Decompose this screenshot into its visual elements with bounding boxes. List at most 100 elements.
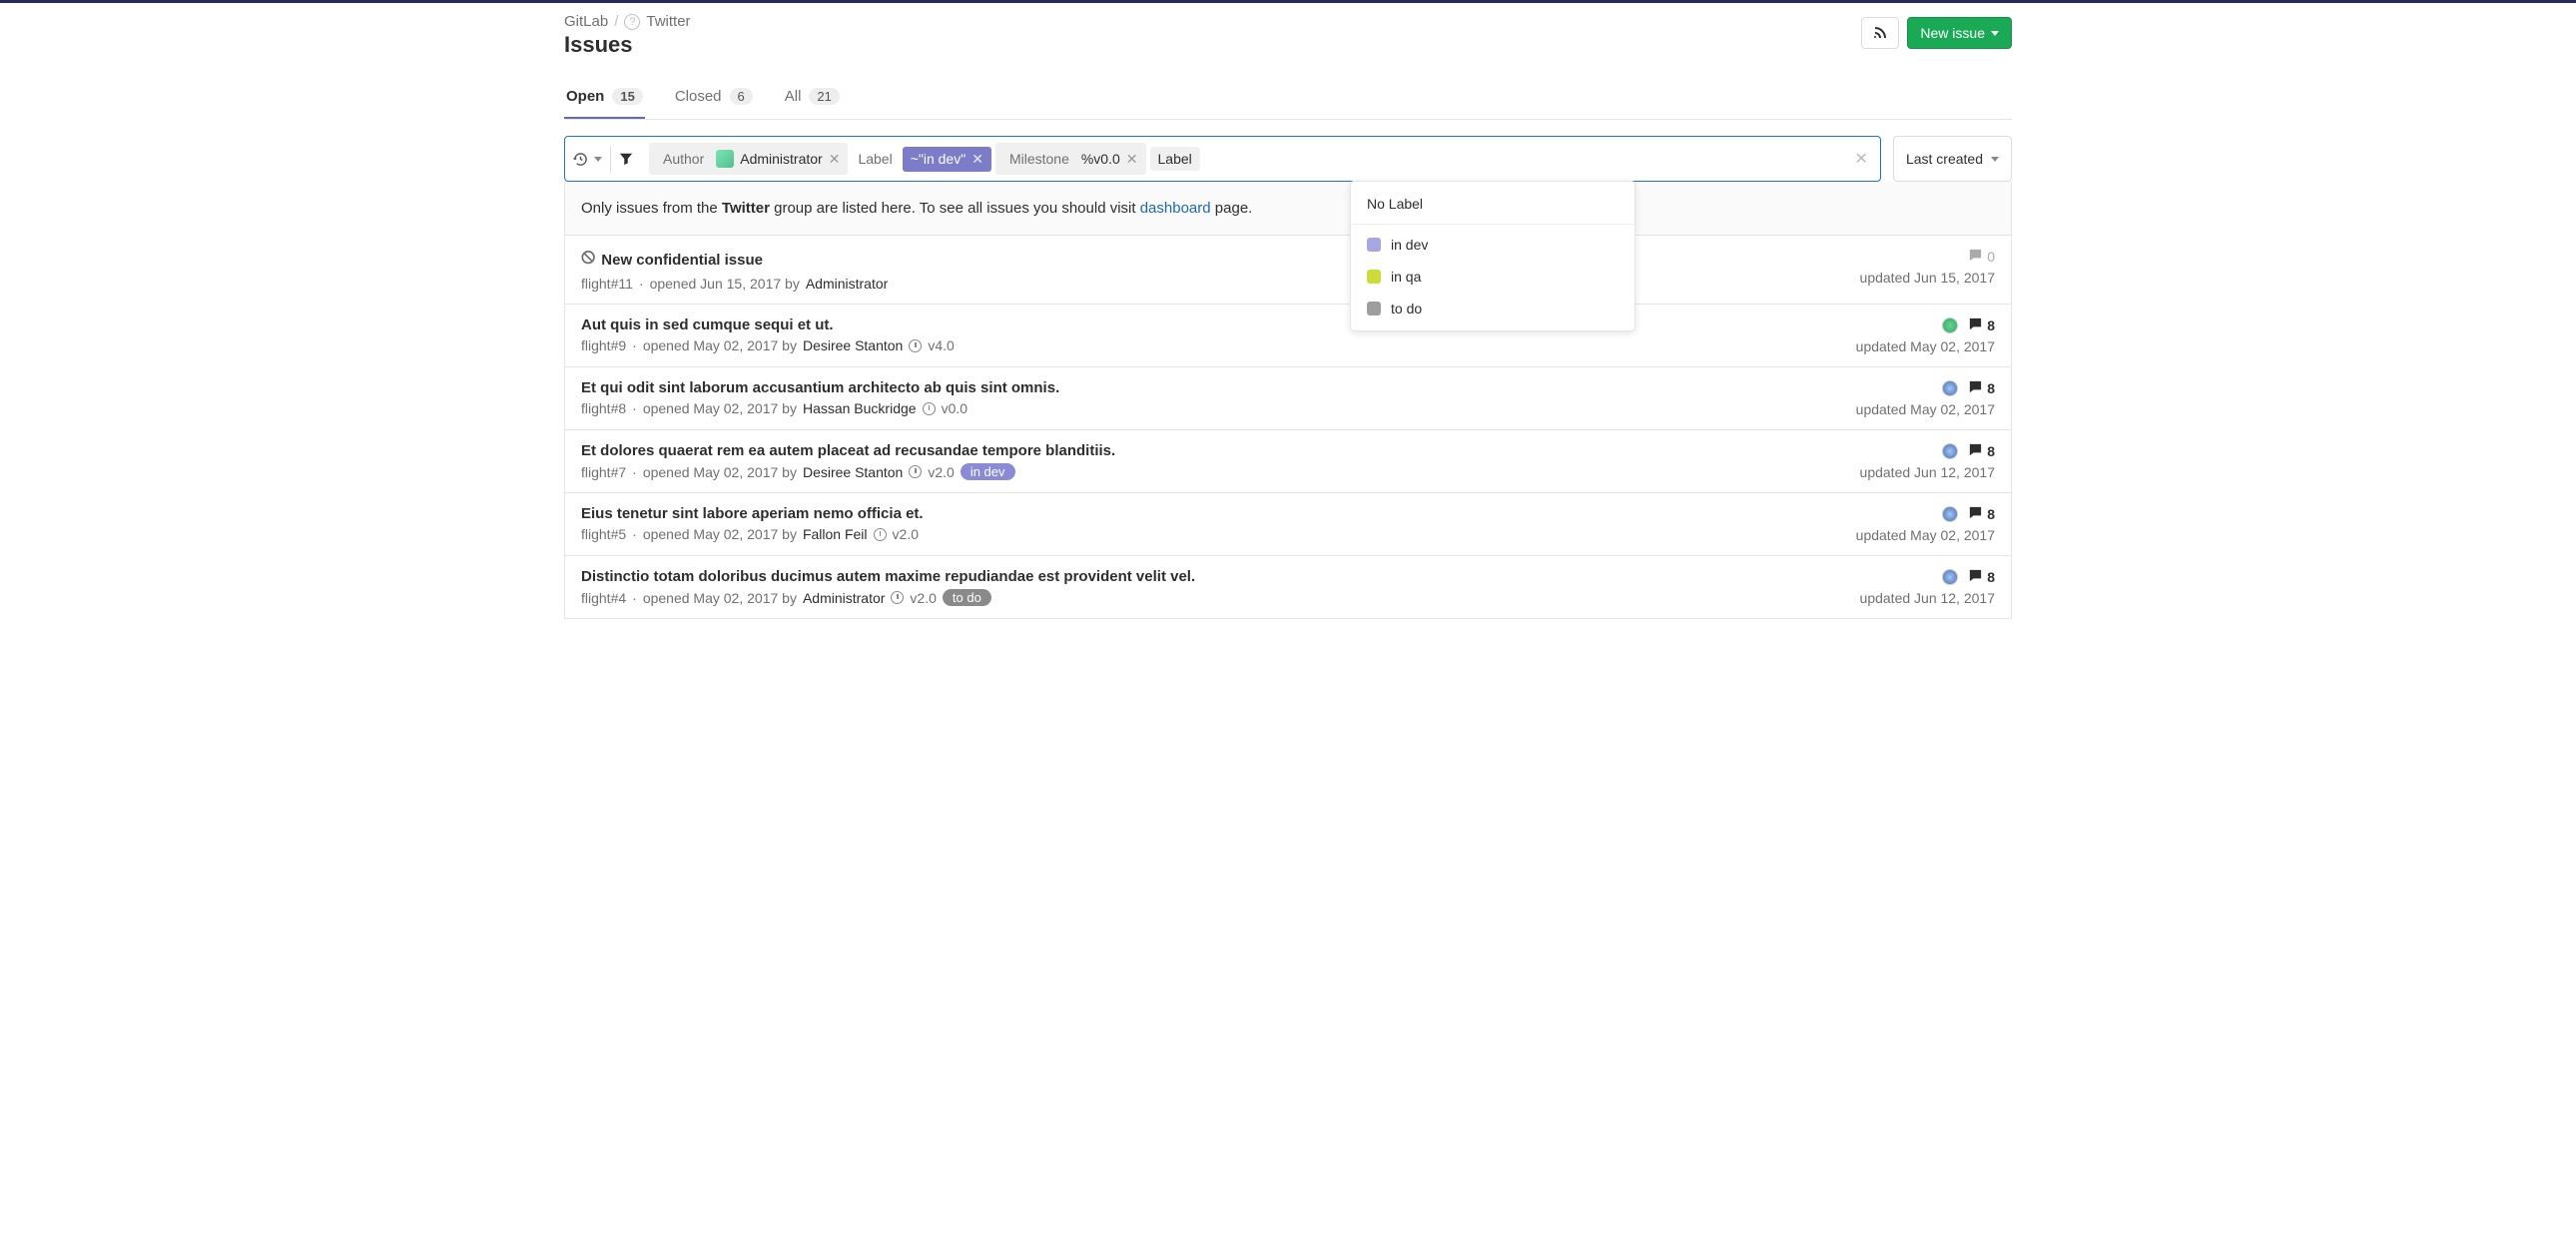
filter-label-value: ~"in dev"	[911, 151, 966, 167]
comments-count[interactable]: 8	[1968, 505, 1995, 523]
issue-milestone[interactable]: v2.0	[910, 590, 936, 606]
avatar-icon	[716, 150, 734, 168]
assignee-avatar[interactable]	[1942, 380, 1958, 396]
comments-count[interactable]: 8	[1968, 316, 1995, 334]
issue-milestone[interactable]: v2.0	[928, 464, 954, 480]
issue-author[interactable]: Hassan Buckridge	[803, 400, 917, 416]
issue-list: 🛇New confidential issue flight#11 · opene…	[564, 236, 2012, 619]
filter-label-pending: Label	[1158, 151, 1192, 167]
tab-open[interactable]: Open 15	[564, 76, 645, 119]
issue-author[interactable]: Administrator	[803, 590, 885, 606]
close-icon[interactable]: ✕	[971, 151, 983, 168]
issue-title[interactable]: Aut quis in sed cumque sequi et ut.	[581, 316, 955, 333]
breadcrumb-group[interactable]: Twitter	[646, 13, 690, 30]
filter-bar[interactable]: Author Administrator ✕ Label ~"in dev" ✕…	[564, 136, 1881, 182]
filter-label-key: Label	[852, 147, 898, 171]
issue-row[interactable]: 🛇New confidential issue flight#11 · opene…	[565, 236, 2011, 304]
tab-all[interactable]: All 21	[783, 76, 842, 119]
issue-author[interactable]: Fallon Feil	[803, 526, 868, 542]
sort-dropdown[interactable]: Last created	[1893, 136, 2012, 182]
issue-author[interactable]: Administrator	[806, 276, 888, 292]
label-dropdown: No Label in devin qato do	[1350, 181, 1635, 331]
assignee-avatar[interactable]	[1942, 506, 1958, 522]
issue-meta: flight#11 · opened Jun 15, 2017 by Admin…	[581, 276, 888, 292]
issue-ref: flight#9	[581, 337, 626, 353]
filter-token-label-pending[interactable]: Label	[1150, 147, 1200, 171]
clear-filter-button[interactable]: ✕	[1843, 149, 1880, 169]
assignee-avatar[interactable]	[1942, 443, 1958, 459]
comments-count[interactable]: 8	[1968, 442, 1995, 460]
assignee-avatar[interactable]	[1942, 317, 1958, 333]
dropdown-item-label[interactable]: in dev	[1351, 229, 1634, 261]
banner-suffix: page.	[1211, 200, 1253, 217]
issue-opened: opened May 02, 2017 by	[643, 464, 797, 480]
comment-icon	[1968, 248, 1983, 266]
comment-icon	[1968, 568, 1983, 586]
issue-tabs: Open 15 Closed 6 All 21	[564, 76, 2012, 120]
issue-row[interactable]: Aut quis in sed cumque sequi et ut. fligh…	[565, 304, 2011, 366]
new-issue-button[interactable]: New issue	[1907, 17, 2012, 49]
filter-icon-button[interactable]	[611, 146, 641, 172]
dropdown-item-label[interactable]: in qa	[1351, 261, 1634, 293]
filter-icon	[619, 152, 633, 166]
chevron-down-icon	[594, 157, 602, 162]
close-icon[interactable]: ✕	[1126, 151, 1138, 168]
issue-row[interactable]: Eius tenetur sint labore aperiam nemo of…	[565, 492, 2011, 555]
issue-title-text: Eius tenetur sint labore aperiam nemo of…	[581, 505, 924, 522]
issue-author[interactable]: Desiree Stanton	[803, 464, 903, 480]
filter-history-button[interactable]	[565, 146, 611, 173]
issue-row[interactable]: Et qui odit sint laborum accusantium arc…	[565, 366, 2011, 429]
issue-title-text: Distinctio totam doloribus ducimus autem…	[581, 568, 1195, 585]
issue-opened: opened May 02, 2017 by	[643, 337, 797, 353]
comments-number: 8	[1987, 380, 1995, 396]
issue-title[interactable]: Et dolores quaerat rem ea autem placeat …	[581, 442, 1115, 459]
dropdown-no-label-text: No Label	[1367, 196, 1423, 212]
issue-title[interactable]: Eius tenetur sint labore aperiam nemo of…	[581, 505, 924, 522]
issue-milestone[interactable]: v2.0	[893, 526, 919, 542]
issue-updated: updated Jun 12, 2017	[1860, 590, 1995, 606]
issue-milestone[interactable]: v0.0	[942, 400, 967, 416]
milestone-icon	[891, 591, 904, 604]
milestone-icon	[909, 339, 922, 352]
comments-count[interactable]: 8	[1968, 568, 1995, 586]
issue-meta: flight#4 · opened May 02, 2017 by Admini…	[581, 589, 1195, 606]
close-icon[interactable]: ✕	[829, 151, 841, 168]
label-swatch-icon	[1367, 302, 1381, 315]
issue-title[interactable]: 🛇New confidential issue	[581, 248, 888, 272]
issue-updated: updated May 02, 2017	[1856, 338, 1995, 354]
issue-updated: updated May 02, 2017	[1856, 527, 1995, 543]
milestone-icon	[923, 402, 936, 415]
banner-dashboard-link[interactable]: dashboard	[1140, 200, 1211, 217]
comment-icon	[1968, 379, 1983, 397]
tab-closed[interactable]: Closed 6	[673, 76, 755, 119]
tab-all-count: 21	[809, 88, 839, 105]
filter-token-label[interactable]: ~"in dev" ✕	[903, 147, 991, 172]
issue-ref: flight#8	[581, 400, 626, 416]
dropdown-item-label[interactable]: to do	[1351, 293, 1634, 324]
info-banner: Only issues from the Twitter group are l…	[564, 182, 2012, 236]
issue-ref: flight#11	[581, 276, 633, 292]
issue-row[interactable]: Et dolores quaerat rem ea autem placeat …	[565, 429, 2011, 492]
issue-label-pill[interactable]: to do	[943, 589, 991, 606]
issue-row[interactable]: Distinctio totam doloribus ducimus autem…	[565, 555, 2011, 618]
issue-author[interactable]: Desiree Stanton	[803, 337, 903, 353]
breadcrumb-root[interactable]: GitLab	[564, 13, 608, 30]
new-issue-label: New issue	[1920, 25, 1985, 41]
issue-meta: flight#9 · opened May 02, 2017 by Desire…	[581, 337, 955, 353]
filter-token-milestone[interactable]: Milestone %v0.0 ✕	[995, 143, 1146, 175]
filter-token-author[interactable]: Author Administrator ✕	[649, 143, 848, 175]
tab-open-count: 15	[612, 88, 642, 105]
rss-button[interactable]	[1861, 17, 1899, 49]
comments-count[interactable]: 0	[1968, 248, 1995, 266]
filter-milestone-value: %v0.0	[1081, 151, 1120, 167]
tab-closed-label: Closed	[675, 88, 722, 105]
issue-title[interactable]: Et qui odit sint laborum accusantium arc…	[581, 379, 1059, 396]
comments-number: 8	[1987, 569, 1995, 585]
issue-title[interactable]: Distinctio totam doloribus ducimus autem…	[581, 568, 1195, 585]
dropdown-item-no-label[interactable]: No Label	[1351, 188, 1634, 220]
comments-count[interactable]: 8	[1968, 379, 1995, 397]
assignee-avatar[interactable]	[1942, 569, 1958, 585]
issue-milestone[interactable]: v4.0	[928, 337, 954, 353]
issue-label-pill[interactable]: in dev	[961, 463, 1015, 480]
filter-milestone-key: Milestone	[1003, 147, 1075, 171]
